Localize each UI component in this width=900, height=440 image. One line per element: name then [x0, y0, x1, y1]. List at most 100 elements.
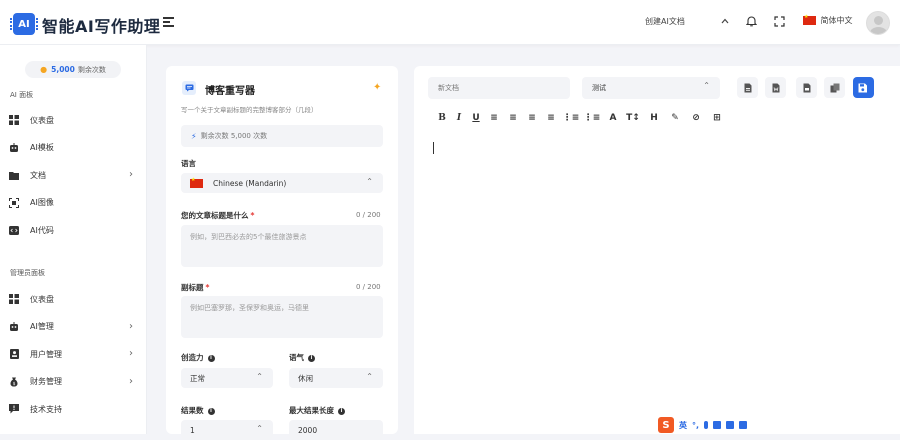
- italic-button[interactable]: I: [453, 112, 465, 124]
- avatar[interactable]: [866, 11, 890, 35]
- bell-icon[interactable]: [743, 13, 759, 29]
- info-icon[interactable]: i: [308, 354, 315, 362]
- sidebar-item-label: AI代码: [30, 225, 54, 235]
- sidebar-item[interactable]: AI管理 ›: [0, 316, 147, 338]
- menu-toggle-icon[interactable]: [163, 17, 174, 27]
- sidebar-item-label: AI模板: [30, 143, 54, 152]
- skin-icon[interactable]: [726, 421, 735, 429]
- bold-button[interactable]: B: [436, 112, 448, 124]
- font-size-button[interactable]: T↕: [626, 112, 640, 124]
- dashboard-icon: [9, 294, 19, 304]
- info-icon[interactable]: i: [338, 407, 345, 415]
- export-pdf-button[interactable]: [796, 77, 817, 98]
- tool-title: 博客重写器: [205, 86, 255, 97]
- app-name: 智能AI写作助理: [42, 17, 161, 36]
- folder-select[interactable]: 测试 ⌃: [582, 77, 720, 99]
- sogou-logo-icon[interactable]: S: [658, 417, 674, 433]
- export-txt-button[interactable]: [737, 77, 758, 98]
- remaining-credits: ⚡ 剩余次数 5,000 次数: [181, 125, 383, 147]
- table-button[interactable]: ⊞: [711, 112, 723, 124]
- section-title-admin: 管理员面板: [10, 269, 45, 277]
- fullscreen-icon[interactable]: [771, 13, 787, 29]
- grid-icon[interactable]: [739, 421, 748, 429]
- align-left-button[interactable]: ≡: [488, 112, 500, 124]
- logo-icon: AI: [10, 13, 38, 35]
- chat-icon: [182, 81, 196, 95]
- ime-mode[interactable]: 英: [679, 420, 687, 431]
- maxlen-label-text: 最大结果长度: [289, 406, 334, 415]
- image-scan-icon: [9, 197, 19, 208]
- results-select-value: 1: [190, 425, 195, 435]
- chevron-right-icon: ›: [129, 320, 133, 332]
- sidebar-item-label: 技术支持: [30, 404, 62, 414]
- sidebar-item[interactable]: 文档 ›: [0, 164, 147, 186]
- topic-textarea[interactable]: [181, 225, 383, 267]
- keyboard-icon[interactable]: [713, 421, 722, 429]
- save-button[interactable]: [853, 77, 874, 98]
- heading-button[interactable]: H: [648, 112, 660, 124]
- sidebar-item[interactable]: 用户管理 ›: [0, 343, 147, 365]
- doc-select-value: 创建AI文档: [645, 17, 685, 26]
- sidebar-item[interactable]: AI模板: [0, 137, 147, 159]
- sidebar-item-label: 财务管理: [30, 377, 62, 386]
- ordered-list-button[interactable]: ⋮≡: [563, 112, 580, 124]
- font-color-button[interactable]: A: [607, 112, 619, 124]
- maxlen-input[interactable]: [289, 420, 383, 440]
- export-word-button[interactable]: [765, 77, 786, 98]
- sidebar-item[interactable]: AI图像: [0, 192, 147, 214]
- creativity-select[interactable]: 正常 ⌃: [181, 368, 273, 388]
- underline-button[interactable]: U: [470, 112, 482, 124]
- link-button[interactable]: ⊘: [690, 112, 702, 124]
- word-file-icon: [772, 83, 779, 92]
- creativity-label-text: 创造力: [181, 353, 204, 362]
- sidebar-item[interactable]: 技术支持: [0, 398, 147, 420]
- bolt-icon: ⚡: [191, 131, 197, 141]
- punctuation-icon[interactable]: °,: [692, 421, 699, 430]
- copy-button[interactable]: [824, 77, 845, 98]
- chevron-up-icon: ⌃: [256, 424, 263, 433]
- sidebar-item[interactable]: $ 财务管理 ›: [0, 371, 147, 393]
- info-icon[interactable]: i: [207, 407, 215, 415]
- pdf-file-icon: [803, 83, 810, 92]
- chevron-up-icon: ⌃: [366, 372, 373, 381]
- sidebar-item[interactable]: 仪表盘: [0, 109, 147, 131]
- align-center-button[interactable]: ≡: [507, 112, 519, 124]
- favorite-star-icon[interactable]: ✦: [373, 82, 381, 93]
- tool-description: 写一个关于文章副标题的完整博客部分（几段）: [181, 106, 318, 114]
- subtitle-textarea[interactable]: [181, 296, 383, 338]
- results-label-text: 结果数: [181, 406, 204, 415]
- chevron-up-icon: ⌃: [703, 81, 710, 90]
- credits-label: 剩余次数: [77, 65, 106, 74]
- folder-select-value: 测试: [592, 84, 606, 92]
- required-mark: *: [250, 211, 255, 220]
- microphone-icon[interactable]: [704, 421, 709, 429]
- tone-select[interactable]: 休闲 ⌃: [289, 368, 383, 388]
- sidebar-item-label: 仪表盘: [30, 115, 54, 125]
- language-switcher[interactable]: 简体中文: [803, 14, 853, 26]
- tone-label-text: 语气: [289, 353, 304, 362]
- align-right-button[interactable]: ≡: [526, 112, 538, 124]
- brush-button[interactable]: ✎: [669, 112, 681, 124]
- results-select[interactable]: 1 ⌃: [181, 420, 273, 440]
- document-name-input[interactable]: [428, 77, 570, 99]
- copy-icon: [830, 83, 839, 92]
- sidebar-item[interactable]: 仪表盘: [0, 288, 147, 310]
- sidebar-item-label: 文档: [30, 170, 46, 180]
- creativity-label: 创造力 i: [181, 352, 215, 363]
- tone-select-value: 休闲: [298, 373, 313, 383]
- chevron-right-icon: ›: [129, 348, 133, 359]
- money-bag-icon: $: [9, 377, 19, 387]
- language-select[interactable]: Chinese (Mandarin) ⌃: [181, 173, 383, 193]
- editor-content-area[interactable]: [428, 135, 886, 410]
- logo-mark: AI: [18, 18, 30, 30]
- chevron-up-icon: ⌃: [366, 177, 373, 186]
- sidebar-item[interactable]: AI代码: [0, 219, 147, 241]
- save-icon: [858, 83, 867, 92]
- chevron-up-icon[interactable]: [717, 13, 733, 29]
- china-flag-icon: [803, 14, 816, 25]
- doc-select[interactable]: 创建AI文档: [645, 16, 685, 27]
- info-icon[interactable]: i: [207, 354, 215, 362]
- bullet-list-button[interactable]: ⋮≡: [584, 112, 601, 124]
- creativity-select-value: 正常: [190, 373, 205, 383]
- align-justify-button[interactable]: ≡: [545, 112, 557, 124]
